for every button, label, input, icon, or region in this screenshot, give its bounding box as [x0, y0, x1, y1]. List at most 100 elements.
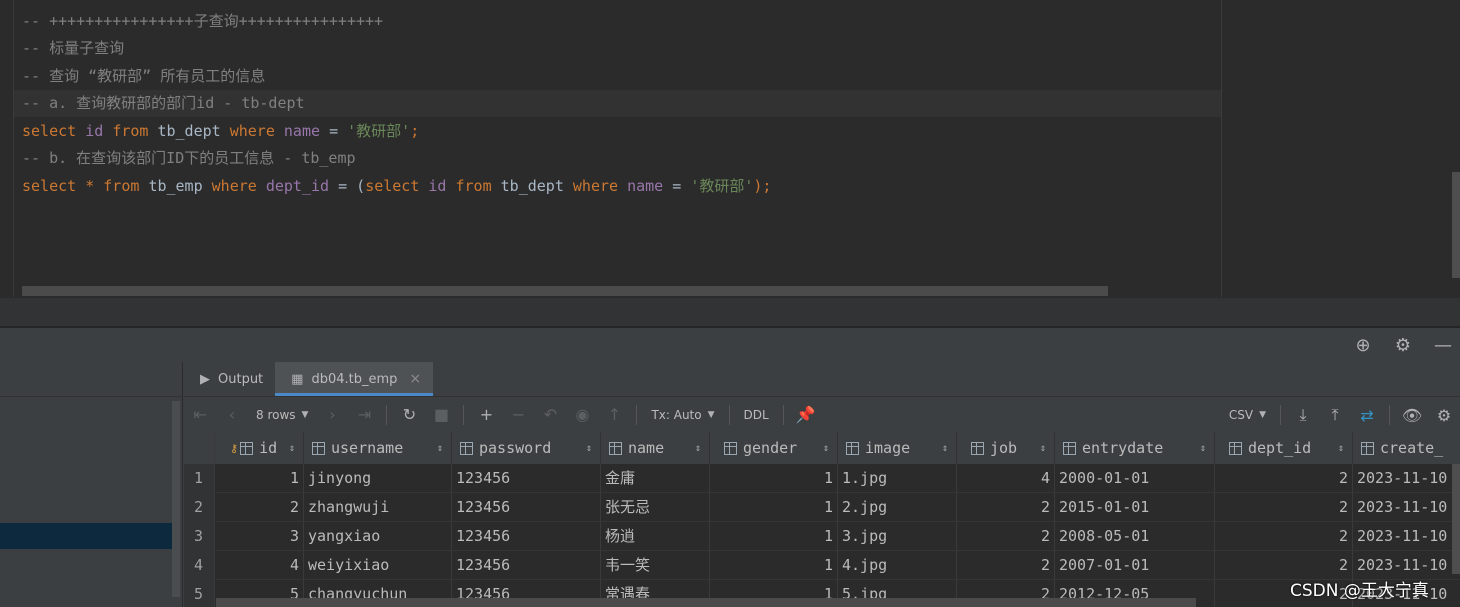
cell-entrydate[interactable]: 2000-01-01 [1055, 464, 1215, 493]
tab-db04-tb-emp[interactable]: ▦ db04.tb_emp × [275, 362, 434, 396]
tree-divider[interactable] [182, 362, 183, 607]
sort-icon[interactable]: ⇕ [289, 443, 295, 454]
cell-create[interactable]: 2023-11-10 [1353, 493, 1460, 522]
result-grid[interactable]: ⚷ id ⇕ username ⇕ password ⇕ name ⇕ gender ⇕ i… [184, 432, 1460, 607]
col-header-image[interactable]: image ⇕ [838, 432, 957, 464]
cell-image[interactable]: 1.jpg [838, 464, 957, 493]
sort-icon[interactable]: ⇕ [1200, 443, 1206, 454]
revert-view-icon[interactable]: ◉ [566, 405, 598, 424]
cell-username[interactable]: weiyixiao [304, 551, 452, 580]
table-row[interactable]: 2 2 zhangwuji 123456 张无忌 1 2.jpg 2 2015-01-01 2 20… [184, 493, 1460, 522]
tab-output[interactable]: ▶ Output [184, 362, 275, 396]
editor-vertical-scrollbar[interactable] [1452, 172, 1460, 278]
sort-icon[interactable]: ⇕ [437, 443, 443, 454]
row-number[interactable]: 4 [184, 551, 215, 580]
upload-icon[interactable]: ⤒ [1319, 405, 1351, 425]
col-header-entrydate[interactable]: entrydate ⇕ [1055, 432, 1215, 464]
cell-id[interactable]: 3 [216, 522, 304, 551]
cell-job[interactable]: 4 [957, 464, 1055, 493]
tx-dropdown[interactable]: Tx: Auto ▼ [643, 408, 722, 422]
sort-icon[interactable]: ⇕ [823, 443, 829, 454]
sql-editor[interactable]: -- ++++++++++++++++子查询++++++++++++++++ -… [0, 0, 1460, 297]
cell-job[interactable]: 2 [957, 522, 1055, 551]
cell-image[interactable]: 2.jpg [838, 493, 957, 522]
tree-selected-row[interactable] [0, 523, 172, 549]
grid-vertical-scrollbar[interactable] [1452, 464, 1460, 574]
table-row[interactable]: 1 1 jinyong 123456 金庸 1 1.jpg 4 2000-01-01 2 2023-… [184, 464, 1460, 493]
cell-gender[interactable]: 1 [710, 493, 838, 522]
minimize-icon[interactable]: — [1432, 335, 1454, 356]
cell-name[interactable]: 金庸 [601, 464, 710, 493]
col-header-dept-id[interactable]: dept_id ⇕ [1215, 432, 1353, 464]
cell-create[interactable]: 2023-11-10 [1353, 464, 1460, 493]
cell-id[interactable]: 2 [216, 493, 304, 522]
cell-entrydate[interactable]: 2008-05-01 [1055, 522, 1215, 551]
row-number[interactable]: 2 [184, 493, 215, 522]
submit-icon[interactable]: ↑ [598, 405, 630, 424]
cell-id[interactable]: 1 [216, 464, 304, 493]
cell-gender[interactable]: 1 [710, 551, 838, 580]
cell-id[interactable]: 4 [216, 551, 304, 580]
col-header-gender[interactable]: gender ⇕ [710, 432, 838, 464]
cell-password[interactable]: 123456 [452, 493, 601, 522]
tree-scrollbar[interactable] [172, 401, 180, 597]
cell-username[interactable]: zhangwuji [304, 493, 452, 522]
table-row[interactable]: 4 4 weiyixiao 123456 韦一笑 1 4.jpg 2 2007-01-01 2 20… [184, 551, 1460, 580]
cell-username[interactable]: yangxiao [304, 522, 452, 551]
col-header-job[interactable]: job ⇕ [957, 432, 1055, 464]
pin-icon[interactable]: 📌 [790, 405, 822, 424]
cell-entrydate[interactable]: 2015-01-01 [1055, 493, 1215, 522]
editor-horizontal-scrollbar[interactable] [22, 286, 1108, 296]
row-number[interactable]: 3 [184, 522, 215, 551]
sort-icon[interactable]: ⇕ [586, 443, 592, 454]
cell-dept-id[interactable]: 2 [1215, 522, 1353, 551]
cell-name[interactable]: 韦一笑 [601, 551, 710, 580]
col-header-password[interactable]: password ⇕ [452, 432, 601, 464]
col-header-username[interactable]: username ⇕ [304, 432, 452, 464]
download-icon[interactable]: ⤓ [1287, 405, 1319, 425]
cell-image[interactable]: 3.jpg [838, 522, 957, 551]
cell-dept-id[interactable]: 2 [1215, 493, 1353, 522]
cell-gender[interactable]: 1 [710, 464, 838, 493]
col-header-name[interactable]: name ⇕ [601, 432, 710, 464]
sort-icon[interactable]: ⇕ [695, 443, 701, 454]
cell-username[interactable]: jinyong [304, 464, 452, 493]
table-row[interactable]: 3 3 yangxiao 123456 杨逍 1 3.jpg 2 2008-05-01 2 2023… [184, 522, 1460, 551]
revert-icon[interactable]: ↶ [534, 405, 566, 424]
export-format-dropdown[interactable]: CSV ▼ [1221, 408, 1274, 422]
row-number[interactable]: 5 [184, 580, 215, 607]
rows-dropdown[interactable]: 8 rows ▼ [248, 408, 316, 422]
cell-name[interactable]: 杨逍 [601, 522, 710, 551]
last-page-icon[interactable]: ⇥ [348, 405, 380, 424]
col-header-id[interactable]: ⚷ id ⇕ [216, 432, 304, 464]
sort-icon[interactable]: ⇕ [1338, 443, 1344, 454]
gear-icon[interactable]: ⚙ [1392, 335, 1414, 356]
row-number[interactable]: 1 [184, 464, 215, 493]
sort-icon[interactable]: ⇕ [942, 443, 948, 454]
cell-dept-id[interactable]: 2 [1215, 464, 1353, 493]
settings-icon[interactable]: ⚙ [1428, 406, 1460, 425]
add-row-icon[interactable]: + [470, 405, 502, 424]
stop-icon[interactable]: ■ [425, 405, 457, 424]
cell-entrydate[interactable]: 2007-01-01 [1055, 551, 1215, 580]
col-header-create-time[interactable]: create_ [1353, 432, 1460, 464]
cell-password[interactable]: 123456 [452, 551, 601, 580]
services-tree[interactable] [0, 396, 183, 607]
cell-job[interactable]: 2 [957, 493, 1055, 522]
prev-page-icon[interactable]: ‹ [216, 405, 248, 424]
cell-create[interactable]: 2023-11-10 [1353, 522, 1460, 551]
next-page-icon[interactable]: › [316, 405, 348, 424]
first-page-icon[interactable]: ⇤ [184, 405, 216, 424]
panel-splitter[interactable] [0, 297, 1460, 327]
close-icon[interactable]: × [409, 371, 421, 387]
refresh-icon[interactable]: ↻ [393, 405, 425, 424]
sort-icon[interactable]: ⇕ [1040, 443, 1046, 454]
crosshair-icon[interactable]: ⊕ [1352, 335, 1374, 356]
eye-icon[interactable]: 👁 [1396, 406, 1428, 425]
grid-horizontal-scrollbar[interactable] [216, 598, 1196, 607]
cell-job[interactable]: 2 [957, 551, 1055, 580]
cell-password[interactable]: 123456 [452, 464, 601, 493]
cell-gender[interactable]: 1 [710, 522, 838, 551]
delete-row-icon[interactable]: − [502, 405, 534, 424]
ddl-button[interactable]: DDL [736, 408, 777, 422]
